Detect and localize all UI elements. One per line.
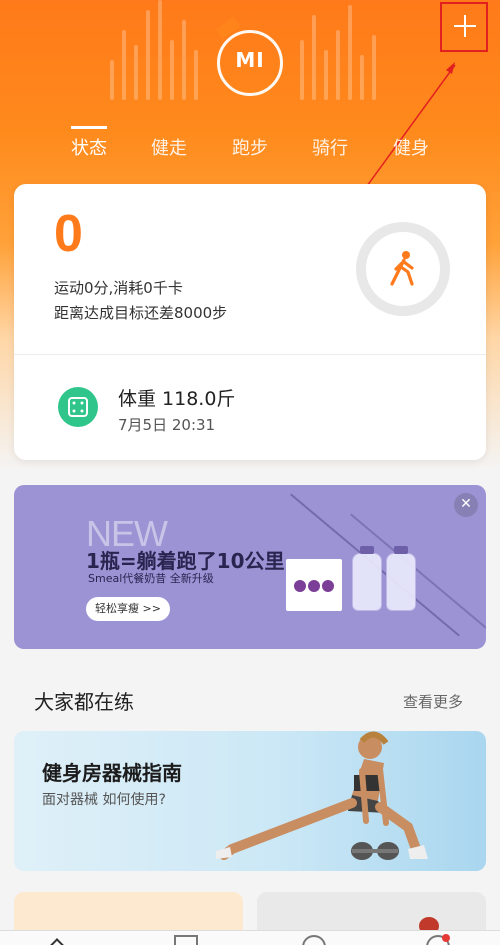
walking-person-icon [390, 251, 414, 286]
tab-fitness[interactable]: 健身 [371, 136, 451, 166]
athlete-illustration [216, 731, 428, 860]
progress-ring [356, 222, 450, 316]
tab-status[interactable]: 状态 [49, 136, 129, 166]
goal-remaining: 距离达成目标还差8000步 [54, 304, 228, 322]
card-divider [14, 354, 486, 355]
add-button[interactable] [440, 2, 488, 52]
section-title: 大家都在练 [34, 690, 134, 714]
activity-summary: 运动0分,消耗0千卡 [54, 279, 183, 297]
notification-badge [442, 934, 450, 942]
banner-subtitle: Smeal代餐奶昔 全新升级 [88, 572, 214, 585]
discover-icon[interactable] [174, 935, 198, 945]
guide-subtitle: 面对器械 如何使用? [42, 792, 166, 808]
close-icon[interactable]: ✕ [454, 493, 478, 517]
weight-value: 体重 118.0斤 [118, 388, 236, 410]
banner-cta-button[interactable]: 轻松享瘦 >> [86, 597, 170, 621]
product-bottle-image [386, 546, 416, 611]
product-bottle-image [352, 546, 382, 611]
promo-banner[interactable]: NEW 1瓶=躺着跑了10公里 Smeal代餐奶昔 全新升级 轻松享瘦 >> ✕ [14, 485, 486, 649]
tab-cycling[interactable]: 骑行 [290, 136, 370, 166]
guide-title: 健身房器械指南 [42, 761, 182, 785]
activity-tabs: 状态 健走 跑步 骑行 健身 [0, 136, 500, 166]
friends-icon[interactable] [302, 935, 326, 945]
step-count: 0 [54, 205, 83, 263]
weight-timestamp: 7月5日 20:31 [118, 416, 216, 434]
tab-running[interactable]: 跑步 [210, 136, 290, 166]
product-box-image [286, 559, 342, 611]
gym-guide-card[interactable]: 健身房器械指南 面对器械 如何使用? [14, 731, 486, 871]
tab-walking[interactable]: 健走 [129, 136, 209, 166]
home-icon[interactable] [47, 938, 67, 945]
see-more-link[interactable]: 查看更多 [403, 691, 463, 712]
weight-icon-badge [58, 387, 98, 427]
active-tab-indicator [71, 126, 107, 129]
bottom-navigation [0, 930, 500, 945]
mi-logo: MI [235, 48, 265, 72]
scale-icon [68, 397, 88, 417]
status-card[interactable]: 0 运动0分,消耗0千卡 距离达成目标还差8000步 体重 118.0斤 7月5… [14, 184, 486, 460]
